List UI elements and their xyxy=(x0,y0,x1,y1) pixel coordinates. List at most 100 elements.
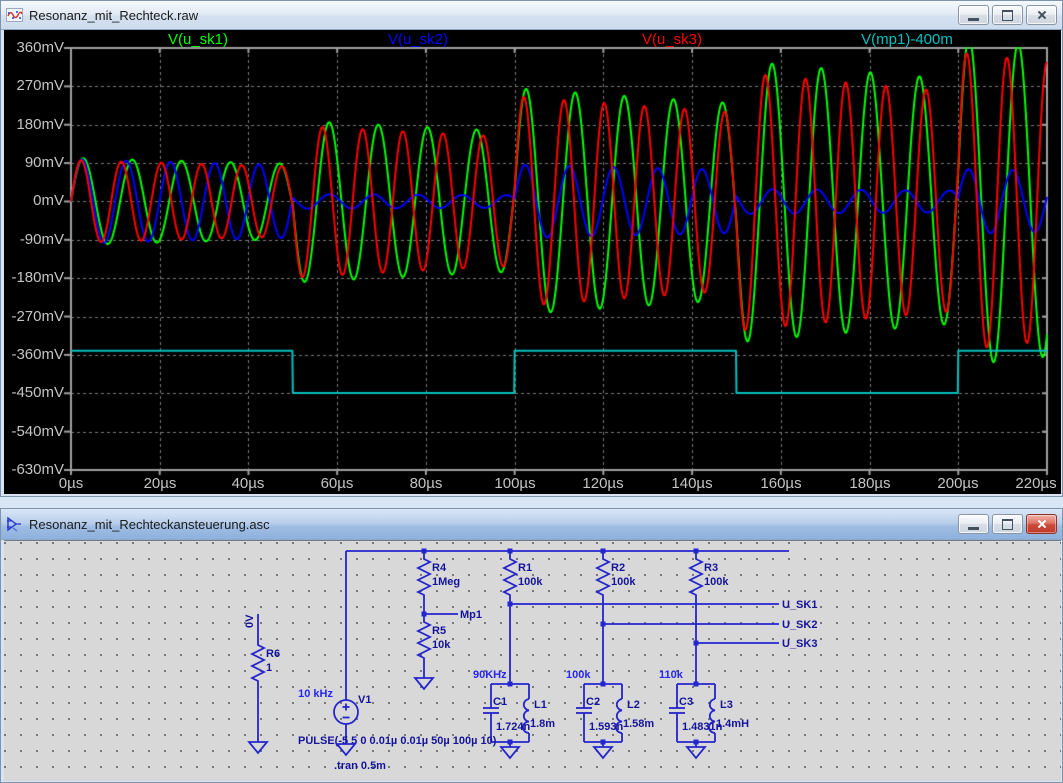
schematic-drawing[interactable]: R41MegR510kR1100kR2100kR3100kR61C11.724n… xyxy=(4,541,1061,782)
close-button[interactable] xyxy=(1026,514,1057,534)
comment-resonance-freq[interactable]: 90KHz xyxy=(473,669,507,681)
x-tick-label: 60µs xyxy=(314,476,360,492)
value-R3[interactable]: 100k xyxy=(704,576,729,588)
junction-dot xyxy=(601,549,606,554)
resistor-R3[interactable]: R3 100k xyxy=(690,551,729,643)
value-C1[interactable]: 1.724n xyxy=(496,721,531,733)
label-R5[interactable]: R5 xyxy=(432,625,446,637)
waveform-file-icon xyxy=(6,7,23,23)
label-V1[interactable]: V1 xyxy=(358,694,371,706)
junction-dot xyxy=(694,682,699,687)
y-tick-label: -90mV xyxy=(6,232,64,248)
waveform-plot-area[interactable]: V(u_sk1) V(u_sk2) V(u_sk3) V(mp1)-400m 360m… xyxy=(4,30,1061,494)
ground-symbol[interactable] xyxy=(594,747,612,758)
junction-dot xyxy=(694,740,699,745)
resistor-R6[interactable]: R61 xyxy=(252,637,280,690)
schematic-file-icon xyxy=(6,516,23,532)
junction-dot xyxy=(508,682,513,687)
junction-dot xyxy=(508,549,513,554)
y-tick-label: 90mV xyxy=(6,155,64,171)
waveform-window-title: Resonanz_mit_Rechteck.raw xyxy=(29,8,198,23)
schematic-canvas-area[interactable]: R41MegR510kR1100kR2100kR3100kR61C11.724n… xyxy=(4,540,1061,781)
restore-button[interactable] xyxy=(992,514,1023,534)
restore-icon xyxy=(1002,519,1013,530)
close-icon xyxy=(1036,9,1048,21)
resistor-R4[interactable]: R4 1Meg xyxy=(418,551,460,614)
ground-symbol[interactable] xyxy=(501,747,519,758)
label-L3[interactable]: L3 xyxy=(720,699,733,711)
minimize-icon xyxy=(968,18,979,21)
value-R4[interactable]: 1Meg xyxy=(432,576,460,588)
ground-symbol[interactable] xyxy=(415,678,433,689)
voltage-source-V1[interactable]: V1 xyxy=(334,694,371,724)
ltspice-mdi-workspace: { "windows": { "plot": { "title": "Reson… xyxy=(0,0,1063,783)
waveform-titlebar[interactable]: Resonanz_mit_Rechteck.raw xyxy=(1,1,1062,30)
resistor-R1[interactable]: R1 100k xyxy=(504,551,543,604)
y-tick-label: -180mV xyxy=(6,270,64,286)
junction-dot xyxy=(694,641,699,646)
resistor-R5[interactable]: R510k xyxy=(418,614,451,667)
trace-label-V(u_sk1)[interactable]: V(u_sk1) xyxy=(168,31,228,48)
comment-resonance-freq[interactable]: 110k xyxy=(659,669,684,681)
trace-label-V(mp1)-400m[interactable]: V(mp1)-400m xyxy=(861,31,953,48)
net-label-Mp1[interactable]: Mp1 xyxy=(460,609,482,621)
restore-button[interactable] xyxy=(992,5,1023,25)
x-tick-label: 40µs xyxy=(225,476,271,492)
label-R3[interactable]: R3 xyxy=(704,562,718,574)
minimize-button[interactable] xyxy=(958,514,989,534)
trace-label-V(u_sk2)[interactable]: V(u_sk2) xyxy=(388,31,448,48)
value-L2[interactable]: 1.58m xyxy=(623,718,654,730)
y-tick-label: 360mV xyxy=(6,40,64,56)
tank-C3-L3[interactable]: C31.4831nL31.4mH xyxy=(669,684,749,747)
ground-symbol[interactable] xyxy=(687,747,705,758)
y-tick-label: 270mV xyxy=(6,78,64,94)
net-label-U_SK1[interactable]: U_SK1 xyxy=(782,599,817,611)
label-L2[interactable]: L2 xyxy=(627,699,640,711)
schematic-window-title: Resonanz_mit_Rechteckansteuerung.asc xyxy=(29,517,270,532)
waveform-window: Resonanz_mit_Rechteck.raw V(u_sk1)V(u_sk… xyxy=(0,0,1063,497)
schematic-titlebar[interactable]: Resonanz_mit_Rechteckansteuerung.asc xyxy=(1,509,1062,540)
y-tick-label: 180mV xyxy=(6,117,64,133)
net-label-U_SK2[interactable]: U_SK2 xyxy=(782,619,817,631)
trace-label-V(u_sk3)[interactable]: V(u_sk3) xyxy=(642,31,702,48)
value-R1[interactable]: 100k xyxy=(518,576,543,588)
label-C2[interactable]: C2 xyxy=(586,696,600,708)
label-R1[interactable]: R1 xyxy=(518,562,532,574)
junction-dot xyxy=(601,740,606,745)
label-R2[interactable]: R2 xyxy=(611,562,625,574)
value-R2[interactable]: 100k xyxy=(611,576,636,588)
label-C3[interactable]: C3 xyxy=(679,696,693,708)
comment-drive-freq[interactable]: 10 kHz xyxy=(298,688,333,700)
comment-resonance-freq[interactable]: 100k xyxy=(566,669,591,681)
x-tick-label: 20µs xyxy=(137,476,183,492)
close-icon xyxy=(1036,518,1048,530)
tank-C2-L2[interactable]: C2 1.593nL2 1.58m xyxy=(576,684,654,747)
junction-dot xyxy=(601,622,606,627)
label-R6[interactable]: R6 xyxy=(266,648,280,660)
value-L1[interactable]: 1.8m xyxy=(530,718,555,730)
waveform-canvas[interactable] xyxy=(4,30,1061,494)
y-tick-label: -540mV xyxy=(6,424,64,440)
net-label-0V[interactable]: 0V xyxy=(244,614,256,628)
label-C1[interactable]: C1 xyxy=(493,696,507,708)
ground-symbol[interactable] xyxy=(249,742,267,753)
x-tick-label: 100µs xyxy=(488,476,542,492)
label-L1[interactable]: L1 xyxy=(534,699,547,711)
net-label-U_SK3[interactable]: U_SK3 xyxy=(782,638,817,650)
directive-tran[interactable]: .tran 0.5m xyxy=(334,760,386,772)
y-tick-label: 0mV xyxy=(6,193,64,209)
minimize-button[interactable] xyxy=(958,5,989,25)
value-R5[interactable]: 10k xyxy=(432,639,451,651)
pulse-spec[interactable]: PULSE(-5 5 0 0.01µ 0.01µ 50µ 100µ 10) xyxy=(298,735,497,747)
junction-dot xyxy=(601,682,606,687)
close-button[interactable] xyxy=(1026,5,1057,25)
junction-dot xyxy=(508,602,513,607)
x-tick-label: 140µs xyxy=(665,476,719,492)
y-tick-label: -360mV xyxy=(6,347,64,363)
schematic-window: Resonanz_mit_Rechteckansteuerung.asc R4 1… xyxy=(0,508,1063,783)
value-C2[interactable]: 1.593n xyxy=(589,721,624,733)
resistor-R2[interactable]: R2 100k xyxy=(597,551,636,624)
value-R6[interactable]: 1 xyxy=(266,662,272,674)
label-R4[interactable]: R4 xyxy=(432,562,447,574)
value-L3[interactable]: 1.4mH xyxy=(716,718,749,730)
